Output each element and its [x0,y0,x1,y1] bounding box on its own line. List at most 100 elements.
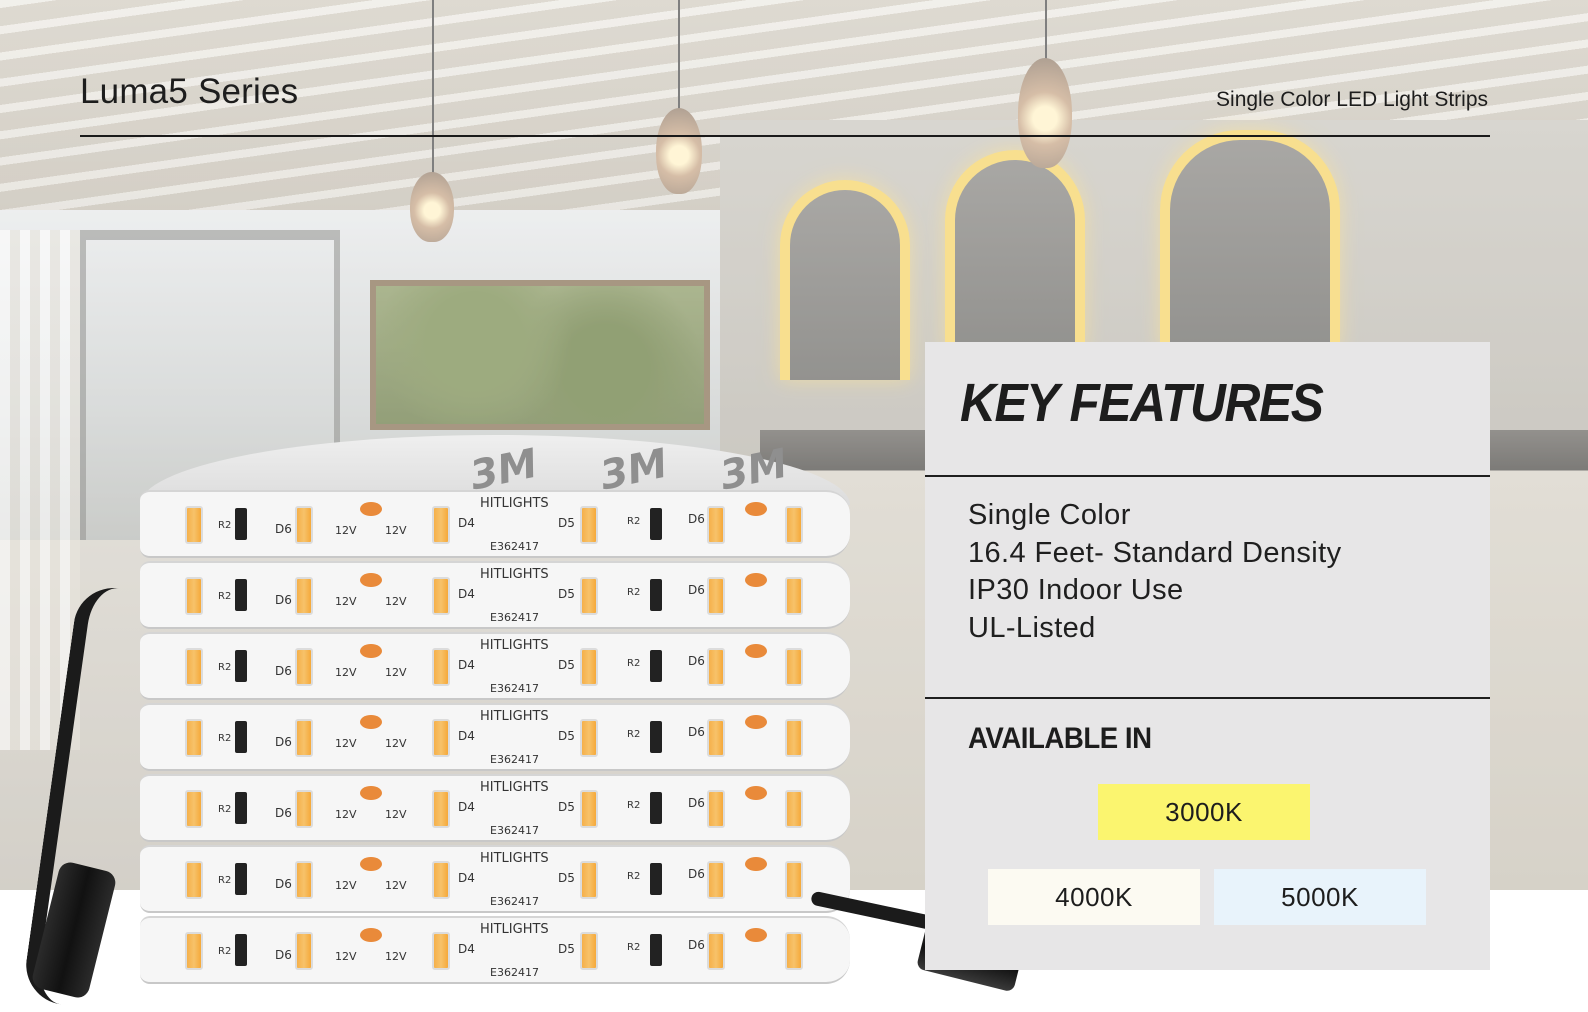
feature-item: IP30 Indoor Use [968,574,1184,606]
component-label: R2 [218,591,232,602]
component-label: D5 [558,942,575,956]
voltage-label: 12V [335,808,357,821]
led-strip-layer: R2 D6 12V 12V D4 HITLIGHTS E362417 D5 R2 D6 [140,632,850,700]
led-strip-reel: 3M 3M 3M R2 D6 12V 12V D4 HITLIGHTS E362417 D5 R… [21,435,1030,1012]
component-label: D5 [558,658,575,672]
voltage-label: 12V [335,950,357,963]
component-label: D5 [558,516,575,530]
component-label: D4 [458,587,475,601]
led-chip [295,790,313,828]
component-label: D6 [275,593,292,607]
component-label: D4 [458,516,475,530]
voltage-label: 12V [335,595,357,608]
component-label: D4 [458,658,475,672]
brand-label: HITLIGHTS [480,709,549,724]
resistor [235,721,247,753]
component-label: R2 [627,942,641,953]
led-chip [580,719,598,757]
cert-code: E362417 [490,966,539,979]
led-chip [707,861,725,899]
component-label: D4 [458,729,475,743]
led-chip [185,861,203,899]
led-chip [295,719,313,757]
led-strip-layer: R2 D6 12V 12V D4 HITLIGHTS E362417 D5 R2 D6 [140,774,850,842]
product-subtitle: Single Color LED Light Strips [1216,88,1488,111]
resistor [650,792,662,824]
component-label: D6 [275,735,292,749]
color-temp-5000k: 5000K [1214,869,1426,925]
led-chip [580,506,598,544]
solder-pad [745,786,767,800]
led-chip [185,719,203,757]
led-chip [295,861,313,899]
solder-pad [360,573,382,587]
solder-pad [360,786,382,800]
solder-pad [745,715,767,729]
led-chip [295,506,313,544]
led-chip [707,790,725,828]
solder-pad [360,502,382,516]
resistor [650,650,662,682]
solder-pad [745,502,767,516]
component-label: D6 [688,867,705,881]
voltage-label: 12V [385,737,407,750]
solder-pad [360,857,382,871]
voltage-label: 12V [335,524,357,537]
voltage-label: 12V [335,666,357,679]
resistor [650,508,662,540]
resistor [235,579,247,611]
component-label: R2 [627,516,641,527]
resistor [235,650,247,682]
led-chip [707,577,725,615]
brand-label: HITLIGHTS [480,638,549,653]
resistor [650,863,662,895]
cert-code: E362417 [490,824,539,837]
voltage-label: 12V [385,595,407,608]
led-chip [295,932,313,970]
solder-pad [745,857,767,871]
led-chip [432,506,450,544]
component-label: D6 [275,877,292,891]
voltage-label: 12V [385,524,407,537]
solder-pad [360,715,382,729]
resistor [235,863,247,895]
component-label: D6 [275,522,292,536]
led-chip [295,648,313,686]
component-label: D5 [558,800,575,814]
cert-code: E362417 [490,895,539,908]
key-features-panel: KEY FEATURES Single Color 16.4 Feet- Sta… [925,342,1490,970]
cert-code: E362417 [490,611,539,624]
resistor [650,579,662,611]
led-strip-layer: R2 D6 12V 12V D4 HITLIGHTS E362417 D5 R2 D6 [140,490,850,558]
led-chip [707,932,725,970]
component-label: R2 [627,800,641,811]
component-label: R2 [218,804,232,815]
component-label: D6 [688,796,705,810]
led-strip-layer: R2 D6 12V 12V D4 HITLIGHTS E362417 D5 R2 D6 [140,916,850,984]
component-label: D6 [275,806,292,820]
component-label: D6 [688,583,705,597]
component-label: D6 [275,664,292,678]
solder-pad [745,644,767,658]
component-label: R2 [218,662,232,673]
brand-label: HITLIGHTS [480,851,549,866]
brand-label: HITLIGHTS [480,780,549,795]
led-chip [580,790,598,828]
features-list: Single Color 16.4 Feet- Standard Density… [968,497,1342,647]
led-chip [580,648,598,686]
component-label: D6 [688,512,705,526]
resistor [650,721,662,753]
solder-pad [360,644,382,658]
led-chip [185,506,203,544]
led-strip-layer: R2 D6 12V 12V D4 HITLIGHTS E362417 D5 R2 D6 [140,561,850,629]
panel-divider [925,475,1490,477]
solder-pad [360,928,382,942]
component-label: D4 [458,800,475,814]
component-label: D6 [688,654,705,668]
component-label: R2 [218,946,232,957]
led-chip [185,932,203,970]
led-chip [785,577,803,615]
solder-pad [745,928,767,942]
led-chip [785,648,803,686]
series-title: Luma5 Series [80,72,299,111]
